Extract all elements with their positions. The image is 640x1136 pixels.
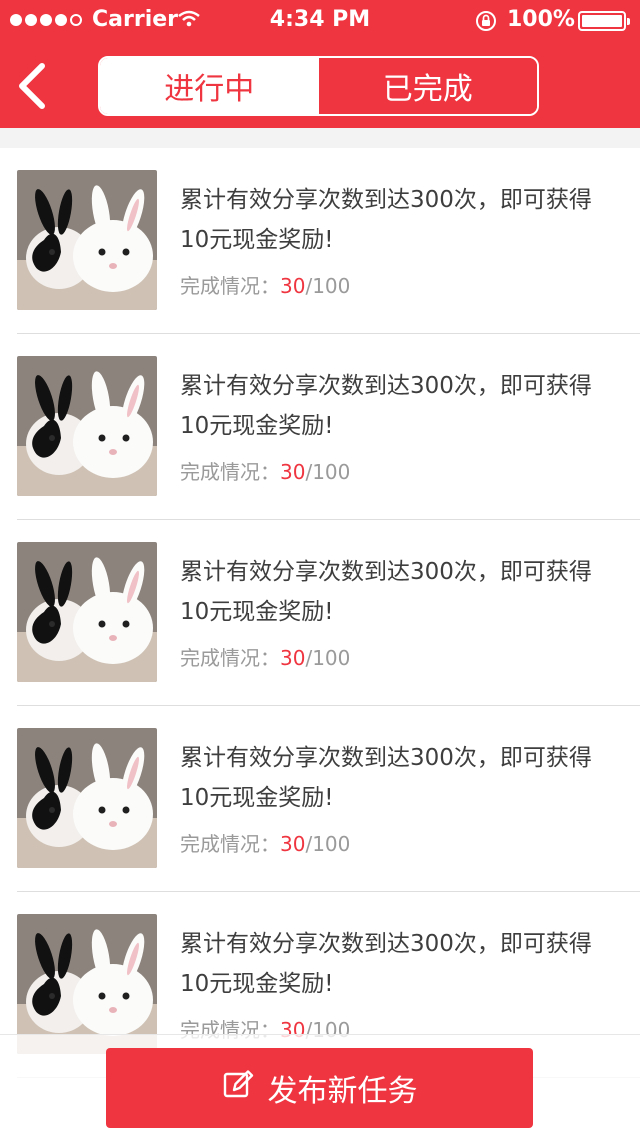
task-thumbnail-image <box>17 728 157 868</box>
rotation-lock-icon <box>474 9 498 39</box>
back-button[interactable] <box>12 62 56 110</box>
progress-total-count: /100 <box>305 460 351 484</box>
tab-completed[interactable]: 已完成 <box>318 58 537 114</box>
publish-new-task-button[interactable]: 发布新任务 <box>106 1048 533 1128</box>
task-progress: 完成情况：30/100 <box>180 642 350 671</box>
task-thumbnail-image <box>17 914 157 1054</box>
task-title: 累计有效分享次数到达300次，即可获得10元现金奖励! <box>180 373 592 439</box>
progress-total-count: /100 <box>305 832 351 856</box>
task-thumbnail-image <box>17 542 157 682</box>
status-bar: Carrier 4:34 PM 100% <box>0 0 640 40</box>
progress-label: 完成情况： <box>180 832 280 856</box>
progress-label: 完成情况： <box>180 274 280 298</box>
battery-icon <box>578 11 630 31</box>
progress-done-count: 30 <box>280 460 306 484</box>
status-segmented-control: 进行中 已完成 <box>98 56 539 116</box>
task-list-item[interactable]: 累计有效分享次数到达300次，即可获得10元现金奖励! 完成情况：30/100 <box>17 706 640 892</box>
progress-total-count: /100 <box>305 274 351 298</box>
task-list-item[interactable]: 累计有效分享次数到达300次，即可获得10元现金奖励! 完成情况：30/100 <box>17 520 640 706</box>
task-list-item[interactable]: 累计有效分享次数到达300次，即可获得10元现金奖励! 完成情况：30/100 <box>17 148 640 334</box>
app: Carrier 4:34 PM 100% 进行中 已完成 累计有效分享次数到达3… <box>0 0 640 1136</box>
task-title: 累计有效分享次数到达300次，即可获得10元现金奖励! <box>180 745 592 811</box>
progress-label: 完成情况： <box>180 460 280 484</box>
progress-done-count: 30 <box>280 832 306 856</box>
task-title: 累计有效分享次数到达300次，即可获得10元现金奖励! <box>180 187 592 253</box>
task-list-item[interactable]: 累计有效分享次数到达300次，即可获得10元现金奖励! 完成情况：30/100 <box>17 334 640 520</box>
task-progress: 完成情况：30/100 <box>180 270 350 299</box>
task-list-view[interactable]: 累计有效分享次数到达300次，即可获得10元现金奖励! 完成情况：30/100 <box>0 128 640 1136</box>
task-thumbnail-image <box>17 356 157 496</box>
progress-done-count: 30 <box>280 646 306 670</box>
progress-total-count: /100 <box>305 646 351 670</box>
task-progress: 完成情况：30/100 <box>180 456 350 485</box>
task-list: 累计有效分享次数到达300次，即可获得10元现金奖励! 完成情况：30/100 <box>0 148 640 1078</box>
progress-label: 完成情况： <box>180 646 280 670</box>
task-title: 累计有效分享次数到达300次，即可获得10元现金奖励! <box>180 559 592 625</box>
tab-in-progress[interactable]: 进行中 <box>100 58 319 114</box>
section-gap <box>0 128 640 148</box>
task-thumbnail-image <box>17 170 157 310</box>
publish-button-label: 发布新任务 <box>267 1074 418 1109</box>
edit-icon <box>222 1067 256 1109</box>
chevron-left-icon <box>19 63 45 109</box>
header: Carrier 4:34 PM 100% 进行中 已完成 <box>0 0 640 128</box>
task-progress: 完成情况：30/100 <box>180 828 350 857</box>
progress-done-count: 30 <box>280 274 306 298</box>
task-title: 累计有效分享次数到达300次，即可获得10元现金奖励! <box>180 931 592 997</box>
battery-percentage: 100% <box>507 7 575 32</box>
